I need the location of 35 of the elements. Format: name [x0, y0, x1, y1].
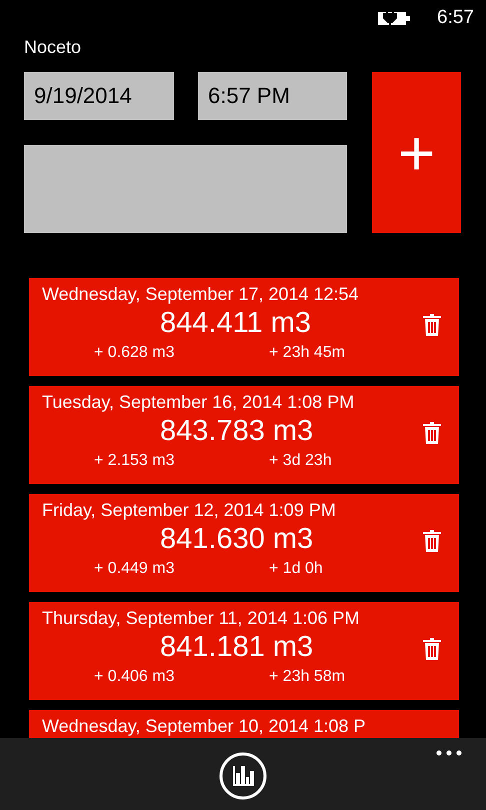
entry-card[interactable]: Tuesday, September 16, 2014 1:08 PM 843.783 m3 + 2.153 m3 + 3d 23h — [29, 386, 459, 484]
entry-card[interactable]: Wednesday, September 17, 2014 12:54 844.411 m3 + 0.628 m3 + 23h 45m — [29, 278, 459, 376]
entry-timestamp: Wednesday, September 17, 2014 12:54 — [42, 283, 359, 305]
time-delta: + 1d 0h — [269, 559, 323, 579]
volume-delta: + 0.628 m3 — [94, 343, 176, 363]
time-delta: + 23h 45m — [269, 343, 346, 363]
volume-delta: + 0.449 m3 — [94, 559, 176, 579]
chart-button-icon[interactable] — [219, 752, 267, 800]
delete-icon[interactable] — [423, 530, 441, 552]
battery-charging-icon — [377, 9, 412, 27]
volume-delta: + 0.406 m3 — [94, 667, 176, 687]
entry-card[interactable]: Friday, September 12, 2014 1:09 PM 841.630 m3 + 0.449 m3 + 1d 0h — [29, 494, 459, 592]
meter-reading: 843.783 m3 — [160, 414, 314, 449]
add-button[interactable]: + — [372, 72, 461, 233]
meter-reading: 841.181 m3 — [160, 630, 314, 665]
more-icon[interactable] — [436, 750, 462, 756]
meter-reading: 841.630 m3 — [160, 522, 314, 557]
time-delta: + 3d 23h — [269, 451, 332, 471]
entry-card[interactable]: Wednesday, September 10, 2014 1:08 P — [29, 710, 459, 738]
entry-timestamp: Tuesday, September 16, 2014 1:08 PM — [42, 391, 354, 413]
delete-icon[interactable] — [423, 638, 441, 660]
volume-delta: + 2.153 m3 — [94, 451, 176, 471]
date-field[interactable]: 9/19/2014 — [24, 72, 174, 120]
clock-time: 6:57 — [437, 7, 474, 29]
entry-card[interactable]: Thursday, September 11, 2014 1:06 PM 841.181 m3 + 0.406 m3 + 23h 58m — [29, 602, 459, 700]
delete-icon[interactable] — [423, 314, 441, 336]
entry-timestamp: Wednesday, September 10, 2014 1:08 P — [42, 715, 366, 737]
entry-timestamp: Thursday, September 11, 2014 1:06 PM — [42, 607, 360, 629]
time-delta: + 23h 58m — [269, 667, 346, 687]
delete-icon[interactable] — [423, 422, 441, 444]
meter-reading: 844.411 m3 — [160, 306, 312, 341]
app-title: Noceto — [24, 36, 82, 58]
reading-field[interactable] — [24, 145, 347, 233]
time-field[interactable]: 6:57 PM — [198, 72, 347, 120]
entry-timestamp: Friday, September 12, 2014 1:09 PM — [42, 499, 336, 521]
